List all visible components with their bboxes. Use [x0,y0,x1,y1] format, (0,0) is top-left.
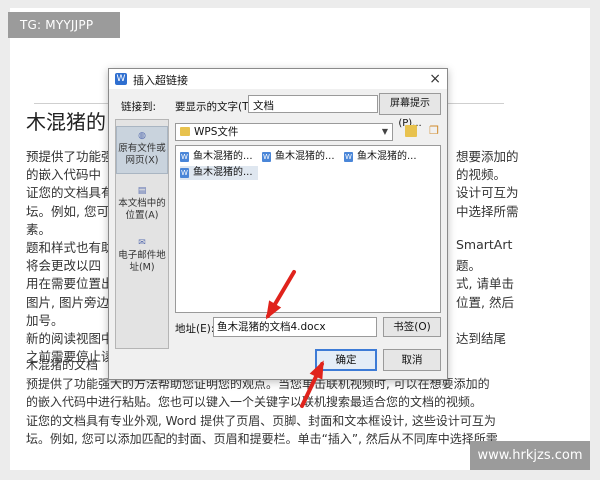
document-text-line: 位置, 然后 [456,294,514,310]
document-text-line: 的嵌入代码中进行粘贴。您也可以键入一个关键字以联机搜索最适合您的文档的视频。 [26,395,483,410]
document-text-line: 坛。例如, 您可以添加匹配的封面、页眉和提要栏。单击“插入”, 然后从不同库中选… [26,432,498,447]
document-text-line: 素。 [26,221,52,237]
ok-button[interactable]: 确定 [315,349,377,371]
document-heading: 木混猪的 [26,110,106,134]
sidebar-item-existing-file[interactable]: ◍ 原有文件或网页(X) [116,126,168,174]
document-text-line: 题。 [456,258,482,274]
document-text-line: 的嵌入代码中 [26,167,102,183]
list-item[interactable]: W 鱼木混猪的... [180,150,253,164]
dialog-title: 插入超链接 [133,74,188,87]
document-text-line: 新的阅读视图中 [26,331,114,346]
document-text-line: 证您的文档具有 [26,185,114,201]
address-label: 地址(E): [175,323,215,335]
document-text-line: 将会更改以四 [26,258,102,274]
cancel-button[interactable]: 取消 [383,349,441,371]
sidebar-item-label: 电子邮件地址(M) [118,250,166,273]
file-list: W 鱼木混猪的... W 鱼木混猪的... W 鱼木混猪的... W 鱼木混猪的… [175,145,441,313]
list-item[interactable]: W 鱼木混猪的... [344,150,417,164]
list-item-selected[interactable]: W 鱼木混猪的... [180,166,258,180]
insert-hyperlink-dialog: W 插入超链接 × 链接到: 要显示的文字(T): 文档 屏幕提示(P)... … [108,68,448,380]
file-name: 鱼木混猪的... [193,151,253,162]
document-text-line: 坛。例如, 您可 [26,203,109,219]
document-text-line: 预提供了功能强 [26,149,114,164]
watermark-label: TG: MYYJJPP [8,12,120,38]
word-document-icon: W [262,152,271,162]
word-document-icon: W [344,152,353,162]
mail-icon: ✉ [138,238,146,248]
address-input[interactable]: 鱼木混猪的文档4.docx [213,317,377,337]
document-text-line: 中选择所需 [456,203,519,219]
screentip-button[interactable]: 屏幕提示(P)... [379,93,441,129]
link-type-sidebar: ◍ 原有文件或网页(X) ▤ 本文档中的位置(A) ✉ 电子邮件地址(M) [115,119,169,349]
link-to-label: 链接到: [121,101,157,113]
document-text-line: 题和样式也有助 [26,240,114,255]
document-icon: ▤ [137,186,147,196]
file-name: 鱼木混猪的... [193,167,253,178]
chevron-down-icon: ▼ [381,127,388,136]
document-text-line: 想要添加的 [456,149,519,164]
document-text-line: 木混猪的文档 [26,358,99,372]
document-text-line: 的视频。 [456,167,507,183]
browse-folder-icon[interactable]: ❐ [428,125,440,137]
sidebar-item-label: 本文档中的位置(A) [118,198,166,221]
file-name: 鱼木混猪的... [357,151,417,162]
folder-select-value: WPS文件 [194,126,239,138]
bookmark-button[interactable]: 书签(O) [383,317,441,337]
close-icon[interactable]: × [429,71,441,87]
folder-up-icon[interactable] [405,125,417,137]
folder-select[interactable]: WPS文件 ▼ [175,123,393,141]
sidebar-item-place-in-document[interactable]: ▤ 本文档中的位置(A) [116,184,168,222]
display-text-label: 要显示的文字(T): [175,101,257,113]
site-watermark-badge: www.hrkjzs.com [470,441,590,470]
document-text-line: 证您的文档具有专业外观, Word 提供了页眉、页脚、封面和文本框设计, 这些设… [26,413,496,428]
sidebar-item-email-address[interactable]: ✉ 电子邮件地址(M) [116,236,168,274]
folder-icon [180,127,190,136]
wps-app-icon: W [115,73,127,85]
document-text-line: 式, 请单击 [456,276,514,292]
document-text-line: 图片, 图片旁边 [26,294,109,310]
list-item[interactable]: W 鱼木混猪的... [262,150,335,164]
document-text-line: 达到结尾 [456,331,507,346]
sidebar-item-label: 原有文件或网页(X) [118,143,166,166]
document-text-line: 加号。 [26,312,64,328]
dialog-titlebar: W 插入超链接 × [109,69,447,89]
file-name: 鱼木混猪的... [275,151,335,162]
word-document-icon: W [180,152,189,162]
document-text-line: 设计可互为 [456,185,519,201]
word-document-icon: W [180,168,189,178]
document-text-line: 用在需要位置出 [26,276,114,292]
document-text-line: SmartArt [456,237,513,252]
globe-icon: ◍ [138,131,146,141]
display-text-input[interactable]: 文档 [248,95,378,113]
